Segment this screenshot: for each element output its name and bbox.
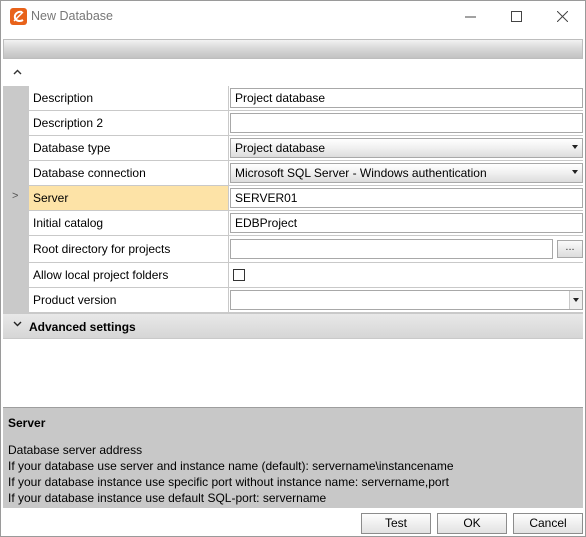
help-title: Server	[8, 416, 46, 430]
row-allow-local-folders: Allow local project folders	[29, 263, 583, 288]
help-description: Database server address If your database…	[8, 442, 454, 506]
row-server: Server SERVER01	[29, 186, 583, 211]
server-input[interactable]: SERVER01	[230, 188, 583, 208]
product-version-select[interactable]	[230, 290, 583, 310]
new-database-dialog: New Database > Description Project datab…	[0, 0, 586, 537]
row-database-connection: Database connection Microsoft SQL Server…	[29, 161, 583, 186]
help-line: If your database instance use specific p…	[8, 475, 449, 489]
cancel-button[interactable]: Cancel	[513, 513, 583, 534]
toolbar-strip	[3, 39, 583, 59]
description-2-label: Description 2	[29, 111, 229, 135]
grid-collapse-row[interactable]	[3, 65, 583, 86]
description-input[interactable]: Project database	[230, 88, 583, 108]
database-type-label: Database type	[29, 136, 229, 160]
help-line: Database server address	[8, 443, 143, 457]
chevron-down-icon[interactable]	[13, 319, 22, 331]
browse-button[interactable]: ...	[557, 240, 583, 258]
dropdown-arrow-icon	[572, 170, 578, 174]
allow-local-folders-checkbox[interactable]	[233, 269, 245, 281]
help-line: If your database instance use default SQ…	[8, 491, 327, 505]
app-logo-icon	[10, 8, 27, 25]
row-root-directory: Root directory for projects ...	[29, 236, 583, 263]
initial-catalog-input[interactable]: EDBProject	[230, 213, 583, 233]
maximize-icon	[510, 11, 522, 22]
database-type-select[interactable]: Project database	[230, 138, 583, 158]
row-description-2: Description 2	[29, 111, 583, 136]
window-title: New Database	[31, 9, 113, 23]
chevron-up-icon[interactable]	[13, 68, 22, 80]
title-bar: New Database	[1, 1, 585, 32]
advanced-settings-label: Advanced settings	[29, 320, 136, 334]
help-line: If your database use server and instance…	[8, 459, 454, 473]
advanced-settings-header[interactable]: Advanced settings	[3, 313, 583, 339]
description-2-input[interactable]	[230, 113, 583, 133]
dropdown-arrow-icon	[573, 298, 579, 302]
dropdown-arrow-icon	[572, 145, 578, 149]
row-product-version: Product version	[29, 288, 583, 313]
property-grid: > Description Project database Descripti…	[3, 65, 583, 339]
close-icon	[556, 11, 568, 22]
row-initial-catalog: Initial catalog EDBProject	[29, 211, 583, 236]
root-directory-input[interactable]	[230, 239, 553, 259]
test-button[interactable]: Test	[361, 513, 431, 534]
database-connection-value: Microsoft SQL Server - Windows authentic…	[235, 166, 487, 180]
maximize-button[interactable]	[493, 1, 539, 32]
product-version-label: Product version	[29, 288, 229, 312]
close-button[interactable]	[539, 1, 585, 32]
ok-button[interactable]: OK	[437, 513, 507, 534]
initial-catalog-label: Initial catalog	[29, 211, 229, 235]
help-panel: Server Database server address If your d…	[3, 407, 583, 508]
row-description: Description Project database	[29, 86, 583, 111]
row-database-type: Database type Project database	[29, 136, 583, 161]
database-type-value: Project database	[235, 141, 326, 155]
row-pointer-icon: >	[12, 190, 19, 202]
row-header-gutter: >	[3, 86, 29, 313]
server-label: Server	[29, 186, 229, 210]
database-connection-select[interactable]: Microsoft SQL Server - Windows authentic…	[230, 163, 583, 183]
root-directory-label: Root directory for projects	[29, 236, 229, 262]
description-label: Description	[29, 86, 229, 110]
product-version-dropdown-button[interactable]	[569, 291, 582, 309]
dialog-footer: Test OK Cancel	[1, 508, 585, 536]
allow-local-folders-label: Allow local project folders	[29, 263, 229, 287]
database-connection-label: Database connection	[29, 161, 229, 185]
minimize-icon	[464, 16, 476, 18]
minimize-button[interactable]	[447, 1, 493, 32]
